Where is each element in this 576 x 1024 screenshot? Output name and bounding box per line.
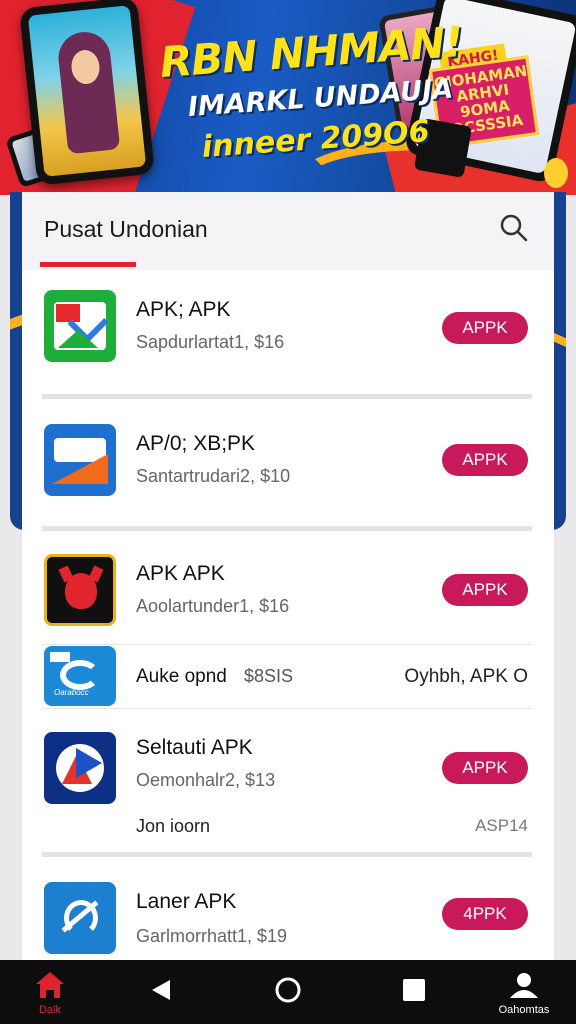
app-list-panel: Pusat Undonian APK; APK Sapdurlartat1, $… bbox=[22, 192, 554, 960]
blue-app-logo-icon: Oarabocc bbox=[44, 646, 116, 706]
promo-row[interactable]: Oarabocc Auke opnd $8SIS Oyhbh, APK O bbox=[22, 644, 554, 708]
extra-right-text: ASP14 bbox=[475, 816, 528, 835]
green-map-icon bbox=[44, 290, 116, 362]
home-circle-icon bbox=[275, 977, 301, 1003]
app-name: Laner APK bbox=[136, 890, 237, 913]
promo-price: $8SIS bbox=[244, 666, 294, 686]
download-button[interactable]: APPK bbox=[442, 444, 528, 476]
nav-back[interactable] bbox=[140, 960, 184, 1024]
nav-home-circle[interactable] bbox=[266, 960, 310, 1024]
bottom-navigation: Dalk Oahomtas bbox=[0, 960, 576, 1024]
active-tab-indicator bbox=[40, 262, 136, 267]
nav-home-label: Dalk bbox=[38, 1004, 61, 1016]
panel-header: Pusat Undonian bbox=[22, 192, 554, 270]
app-name: APK APK bbox=[136, 562, 225, 585]
promo-banner[interactable]: KAHG! GIOHAMAN ARHVI 9OMA OCSSSIA RBN NH… bbox=[0, 0, 576, 195]
app-subtitle: Aoolartunder1, $16 bbox=[136, 596, 290, 616]
orange-blue-icon bbox=[44, 424, 116, 496]
page-title: Pusat Undonian bbox=[44, 216, 208, 242]
nav-profile-label: Oahomtas bbox=[498, 1004, 550, 1016]
extra-text: Jon ioorn bbox=[136, 816, 211, 836]
download-button[interactable]: APPK bbox=[442, 574, 528, 606]
app-name: Seltauti APK bbox=[136, 736, 253, 759]
devil-mask-icon bbox=[44, 554, 116, 626]
search-button[interactable] bbox=[496, 210, 532, 246]
nav-home[interactable]: Dalk bbox=[10, 960, 90, 1024]
profile-icon bbox=[510, 973, 538, 998]
promo-text: Auke opnd bbox=[136, 666, 227, 687]
divider bbox=[42, 708, 532, 709]
banner-phone-image bbox=[19, 0, 155, 186]
blue-circle-icon bbox=[44, 882, 116, 954]
list-item[interactable]: APK; APK Sapdurlartat1, $16 APPK bbox=[22, 288, 554, 368]
download-button[interactable]: APPK bbox=[442, 752, 528, 784]
app-subtitle: Oemonhalr2, $13 bbox=[136, 770, 276, 790]
icon-caption: Oarabocc bbox=[54, 688, 89, 697]
app-name: APK; APK bbox=[136, 298, 231, 321]
divider bbox=[42, 852, 532, 857]
back-icon bbox=[152, 980, 170, 1000]
nav-profile[interactable]: Oahomtas bbox=[484, 960, 564, 1024]
promo-right-text: Oyhbh, APK O bbox=[404, 666, 528, 687]
app-name: AP/0; XB;PK bbox=[136, 432, 256, 455]
nav-recents[interactable] bbox=[392, 960, 436, 1024]
app-subtitle: Garlmorrhatt1, $19 bbox=[136, 926, 288, 946]
list-item[interactable]: AP/0; XB;PK Santartrudari2, $10 APPK bbox=[22, 422, 554, 502]
search-icon bbox=[500, 214, 528, 242]
home-icon bbox=[36, 972, 64, 998]
recents-icon bbox=[403, 979, 425, 1001]
list-item[interactable]: Seltauti APK Oemonhalr2, $13 APPK Jon io… bbox=[22, 730, 554, 850]
list-item[interactable]: APK APK Aoolartunder1, $16 APPK bbox=[22, 552, 554, 632]
banner-coin bbox=[544, 158, 568, 188]
list-item[interactable]: Laner APK Garlmorrhatt1, $19 4PPK bbox=[22, 878, 554, 958]
divider bbox=[42, 526, 532, 531]
download-button[interactable]: 4PPK bbox=[442, 898, 528, 930]
app-subtitle: Santartrudari2, $10 bbox=[136, 466, 291, 486]
app-subtitle: Sapdurlartat1, $16 bbox=[136, 332, 285, 352]
download-button[interactable]: APPK bbox=[442, 312, 528, 344]
arrow-logo-icon bbox=[44, 732, 116, 804]
divider bbox=[42, 394, 532, 399]
